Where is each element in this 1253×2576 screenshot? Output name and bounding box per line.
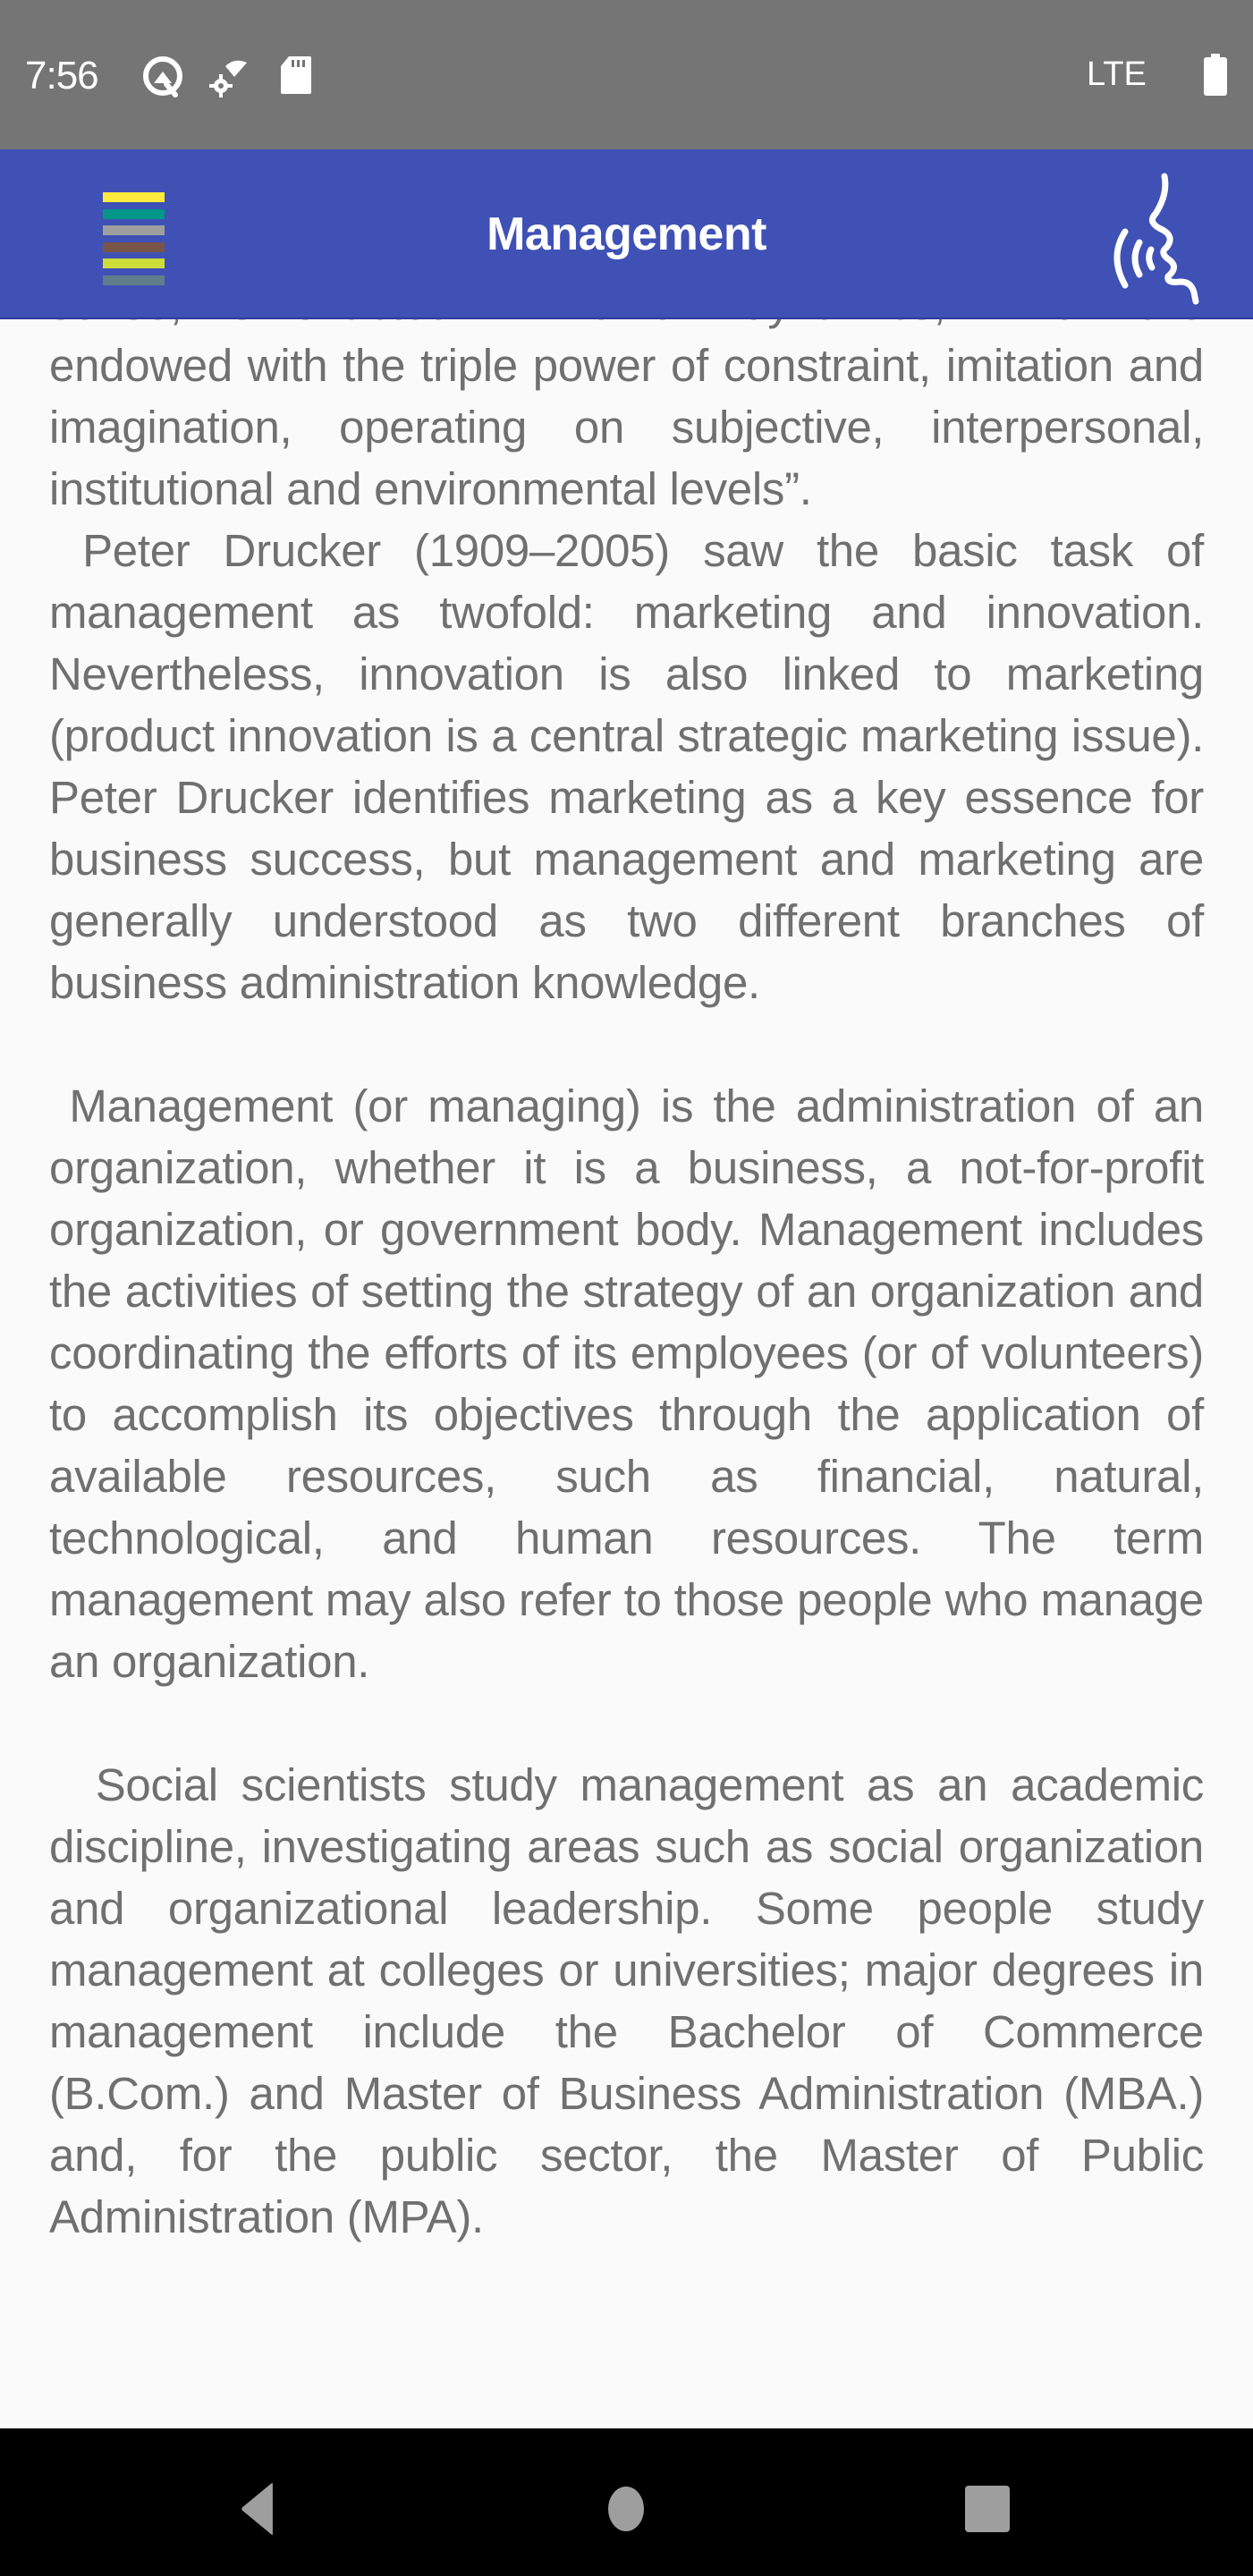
article-text: sense, is enacted in human dynamics, whi… — [49, 319, 1204, 2248]
page-title: Management — [487, 208, 766, 260]
status-time: 7:56 — [25, 54, 99, 97]
status-bar: 7:56 LTE — [0, 0, 1253, 149]
text-to-speech-icon[interactable] — [1091, 167, 1216, 306]
system-nav-bar — [0, 2428, 1253, 2576]
home-circle-icon[interactable] — [590, 2473, 662, 2545]
article-content[interactable]: sense, is enacted in human dynamics, whi… — [0, 319, 1253, 2428]
menu-stripe — [103, 275, 165, 285]
sd-card-icon — [281, 56, 311, 94]
paragraph: Management (or managing) is the administ… — [49, 1080, 1216, 1687]
network-type: LTE — [1087, 55, 1147, 93]
recents-square-icon[interactable] — [951, 2473, 1022, 2545]
paragraph: Social scientists study management as an… — [49, 1759, 1216, 2242]
paragraph: Peter Drucker (1909–2005) saw the basic … — [49, 525, 1216, 1008]
paragraph: sense, is enacted in human dynamics, whi… — [49, 319, 1204, 514]
menu-stripe — [103, 192, 165, 202]
battery-full-icon — [1204, 54, 1227, 96]
app-bar: Management — [0, 149, 1253, 319]
data-saver-icon — [209, 60, 247, 97]
android-q-icon — [143, 56, 182, 97]
back-triangle-icon[interactable] — [225, 2473, 297, 2545]
